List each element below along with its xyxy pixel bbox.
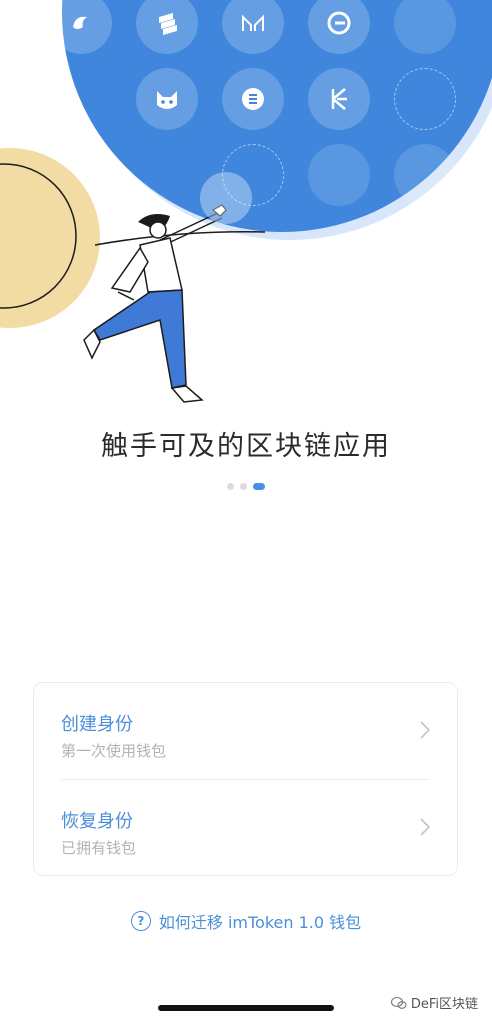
help-icon: ? [130, 911, 151, 931]
option-subtitle: 第一次使用钱包 [61, 742, 167, 760]
option-title: 创建身份 [61, 714, 133, 735]
placeholder-icon [308, 144, 370, 206]
page-title: 触手可及的区块链应用 [101, 431, 391, 462]
pager-dot[interactable] [227, 483, 234, 490]
kyber-icon [308, 68, 370, 130]
option-title: 恢复身份 [61, 811, 133, 832]
cat-icon [136, 68, 198, 130]
watermark: DeFi区块链 [390, 993, 478, 1012]
pager-dots [0, 483, 492, 490]
identity-options-card: 创建身份 第一次使用钱包 恢复身份 已拥有钱包 [33, 682, 458, 876]
wechat-icon [390, 996, 407, 1009]
chevron-right-icon [420, 721, 430, 739]
home-indicator[interactable] [158, 1005, 334, 1011]
chevron-right-icon [420, 818, 430, 836]
pager-dot[interactable] [240, 483, 247, 490]
restore-identity-button[interactable]: 恢复身份 已拥有钱包 [34, 780, 457, 876]
watermark-text: DeFi区块链 [410, 997, 478, 1012]
placeholder-icon [394, 144, 456, 206]
migrate-help-link[interactable]: ? 如何迁移 imToken 1.0 钱包 [0, 909, 492, 933]
option-subtitle: 已拥有钱包 [61, 839, 137, 857]
migrate-help-label: 如何迁移 imToken 1.0 钱包 [158, 913, 362, 932]
flower-icon [222, 68, 284, 130]
pager-dot-active[interactable] [253, 483, 265, 490]
create-identity-button[interactable]: 创建身份 第一次使用钱包 [34, 683, 457, 779]
dashed-slot-icon [394, 68, 456, 130]
hero-illustration [0, 0, 492, 420]
dashed-slot-icon [222, 144, 284, 206]
